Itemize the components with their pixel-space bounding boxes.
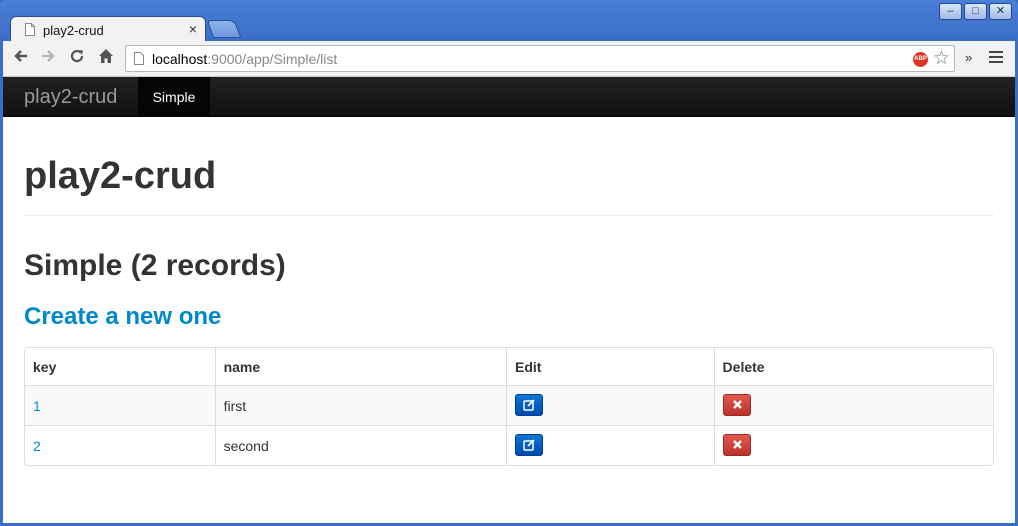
menu-icon[interactable]: [989, 51, 1003, 65]
page-icon: [25, 23, 35, 36]
divider: [24, 215, 994, 216]
column-header-edit: Edit: [505, 348, 714, 385]
edit-button[interactable]: [514, 394, 543, 416]
extensions-overflow-icon[interactable]: »: [965, 50, 972, 65]
maximize-button[interactable]: □: [964, 3, 987, 20]
record-name: first: [214, 385, 506, 425]
record-name: second: [214, 425, 506, 465]
table-row: 1 first: [25, 385, 993, 425]
delete-icon: [732, 440, 742, 449]
browser-tab[interactable]: play2-crud ×: [10, 16, 206, 42]
table-header-row: key name Edit Delete: [25, 348, 993, 385]
browser-toolbar: localhost:9000/app/Simple/list ABP ☆ »: [3, 41, 1015, 77]
delete-button[interactable]: [722, 394, 751, 416]
edit-icon: [523, 439, 535, 451]
tab-title: play2-crud: [43, 23, 104, 38]
tab-strip: play2-crud × – □ ✕: [0, 0, 1018, 42]
column-header-delete: Delete: [713, 348, 993, 385]
records-table: key name Edit Delete 1 first 2 second: [24, 347, 994, 466]
create-new-link[interactable]: Create a new one: [24, 303, 221, 331]
nav-link-simple[interactable]: Simple: [138, 77, 210, 117]
record-key-link[interactable]: 1: [33, 398, 41, 414]
close-window-button[interactable]: ✕: [989, 3, 1012, 20]
page-viewport: play2-crud Simple play2-crud Simple (2 r…: [3, 77, 1015, 523]
new-tab-button[interactable]: [206, 20, 242, 38]
table-row: 2 second: [25, 425, 993, 465]
address-bar[interactable]: localhost:9000/app/Simple/list ABP ☆: [125, 45, 955, 72]
page-title: play2-crud: [24, 155, 217, 197]
delete-icon: [732, 400, 742, 409]
delete-button[interactable]: [722, 434, 751, 456]
reload-icon[interactable]: [66, 48, 88, 70]
column-header-name: name: [214, 348, 506, 385]
adblock-icon[interactable]: ABP: [913, 52, 928, 67]
home-icon[interactable]: [95, 48, 117, 70]
browser-window: play2-crud × – □ ✕ localhost:9000/app/Si…: [0, 0, 1018, 526]
bookmark-star-icon[interactable]: ☆: [933, 47, 950, 70]
edit-button[interactable]: [514, 434, 543, 456]
url-host: localhost: [152, 51, 208, 67]
section-title: Simple (2 records): [24, 249, 286, 282]
url-text[interactable]: localhost:9000/app/Simple/list: [152, 51, 337, 67]
page-icon: [134, 52, 144, 65]
record-key-link[interactable]: 2: [33, 438, 41, 454]
navbar-brand[interactable]: play2-crud: [24, 86, 117, 109]
minimize-button[interactable]: –: [939, 3, 962, 20]
forward-icon[interactable]: [37, 48, 59, 70]
back-icon[interactable]: [10, 48, 32, 70]
url-path: :9000/app/Simple/list: [207, 51, 338, 67]
tab-close-icon[interactable]: ×: [189, 21, 197, 37]
top-navbar: play2-crud Simple: [3, 77, 1015, 117]
column-header-key: key: [33, 358, 57, 375]
edit-icon: [523, 399, 535, 411]
